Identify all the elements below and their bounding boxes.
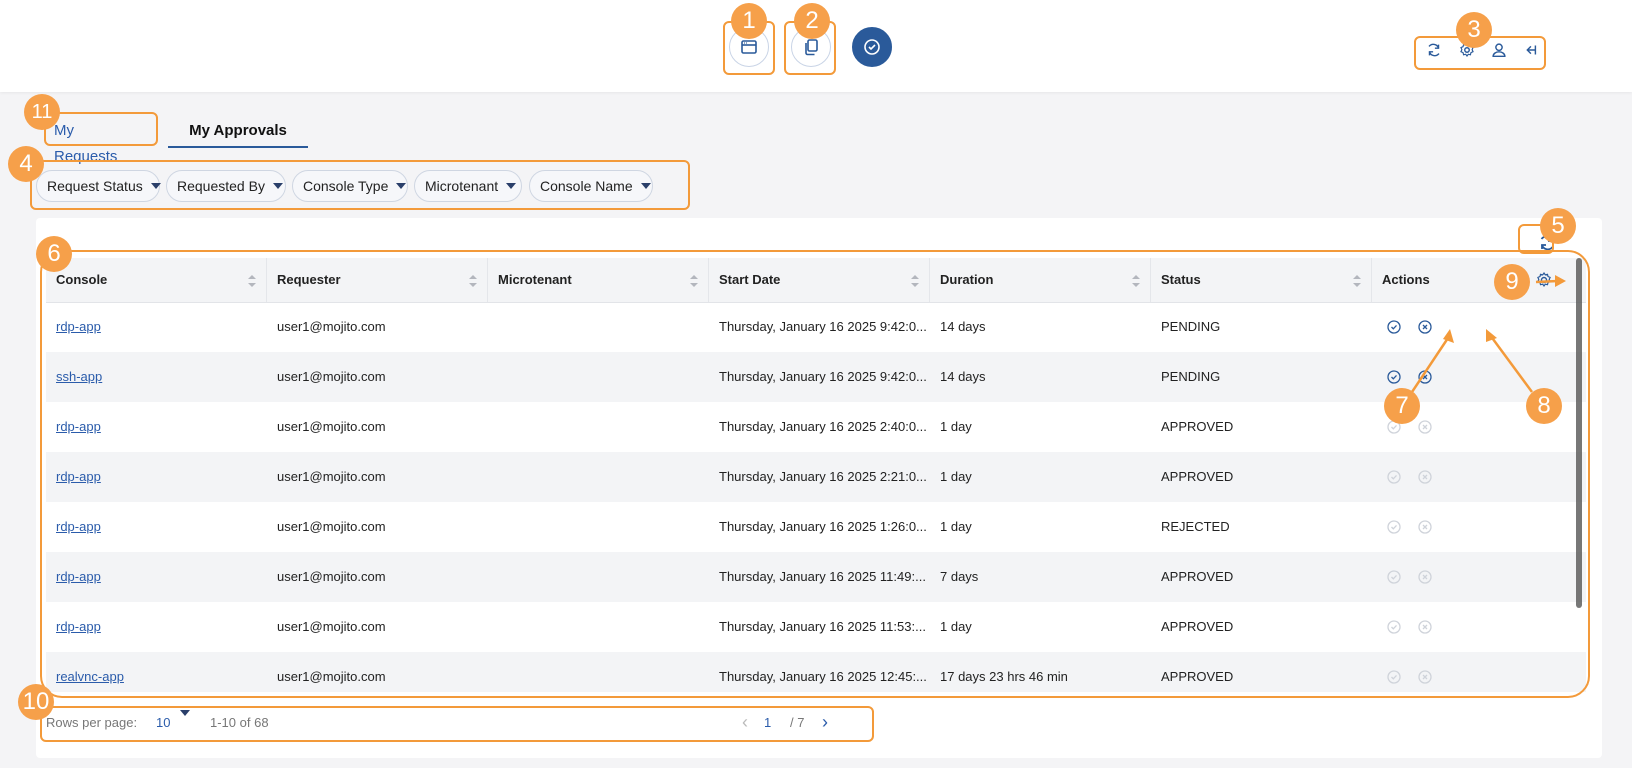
annotation-badge: 10 — [18, 684, 54, 720]
annotation-badge: 4 — [8, 146, 44, 182]
highlight-box — [30, 160, 690, 210]
annotation-badge: 9 — [1494, 264, 1530, 300]
highlight-box — [44, 112, 158, 146]
annotation-badge: 3 — [1456, 12, 1492, 48]
annotation-badge: 6 — [36, 236, 72, 272]
check-circle-icon — [864, 39, 880, 55]
highlight-box — [40, 250, 1590, 698]
annotation-badge: 2 — [794, 3, 830, 39]
annotation-badge: 7 — [1384, 388, 1420, 424]
annotation-badge: 1 — [731, 3, 767, 39]
approvals-button[interactable] — [852, 27, 892, 67]
highlight-box — [40, 706, 874, 742]
annotation-badge: 5 — [1540, 208, 1576, 244]
annotation-badge: 8 — [1526, 388, 1562, 424]
tab-my-approvals[interactable]: My Approvals — [168, 118, 308, 148]
annotation-badge: 11 — [24, 94, 60, 130]
